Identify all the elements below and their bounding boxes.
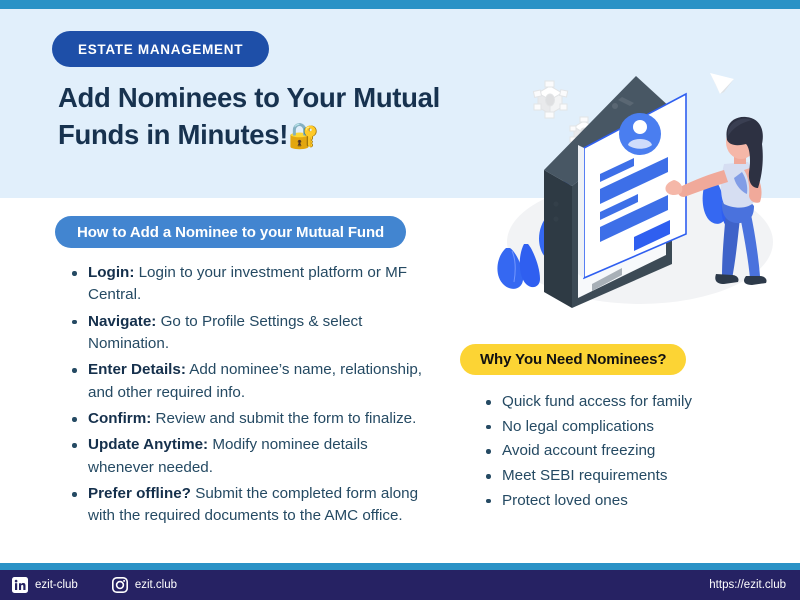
benefits-list: Quick fund access for family No legal com… [472, 393, 762, 517]
page-title: Add Nominees to Your Mutual Funds in Min… [58, 80, 478, 153]
steps-list: Login: Login to your investment platform… [60, 262, 430, 532]
footer-accent-bar [0, 563, 800, 570]
hero-illustration [488, 52, 790, 317]
lock-with-key-icon: 🔐 [288, 121, 320, 150]
step-item: Login: Login to your investment platform… [60, 262, 430, 307]
benefit-item: No legal complications [472, 418, 762, 436]
step-label: Login: [88, 264, 135, 281]
top-accent-bar [0, 0, 800, 9]
instagram-icon [111, 577, 128, 593]
page-title-line2: Funds in Minutes! [58, 118, 289, 150]
website-url[interactable]: https://ezit.club [709, 579, 786, 591]
step-item: Enter Details: Add nominee’s name, relat… [60, 359, 430, 404]
step-label: Confirm: [88, 410, 152, 428]
step-item: Update Anytime: Modify nominee details w… [60, 434, 430, 479]
step-text: Login to your investment platform or MF … [88, 264, 408, 304]
step-label: Enter Details: [88, 361, 186, 379]
benefit-item: Quick fund access for family [472, 393, 762, 411]
social-instagram[interactable]: ezit.club [111, 577, 178, 593]
step-item: Confirm: Review and submit the form to f… [60, 408, 430, 430]
page-title-line1: Add Nominees to Your Mutual [58, 82, 441, 113]
infographic-page: ESTATE MANAGEMENT Add Nominees to Your M… [0, 0, 800, 600]
step-label: Update Anytime: [88, 436, 209, 454]
step-item: Prefer offline? Submit the completed for… [60, 483, 430, 528]
paper-plane-icon [710, 73, 734, 94]
instagram-handle: ezit.club [134, 579, 178, 591]
linkedin-handle: ezit-club [35, 579, 78, 591]
step-text: Review and submit the form to finalize. [151, 410, 417, 428]
benefits-heading: Why You Need Nominees? [460, 344, 687, 375]
social-linkedin[interactable]: ezit-club [12, 577, 78, 593]
benefit-item: Meet SEBI requirements [472, 467, 762, 485]
step-label: Navigate: [88, 312, 157, 330]
step-item: Navigate: Go to Profile Settings & selec… [60, 311, 430, 356]
linkedin-icon [12, 577, 28, 593]
benefit-item: Avoid account freezing [472, 442, 762, 460]
steps-heading: How to Add a Nominee to your Mutual Fund [55, 216, 407, 248]
benefit-item: Protect loved ones [472, 492, 762, 510]
footer-bar: ezit-club ezit.club https://ezit.club [0, 570, 800, 600]
category-badge: ESTATE MANAGEMENT [52, 31, 270, 67]
step-label: Prefer offline? [88, 485, 191, 503]
